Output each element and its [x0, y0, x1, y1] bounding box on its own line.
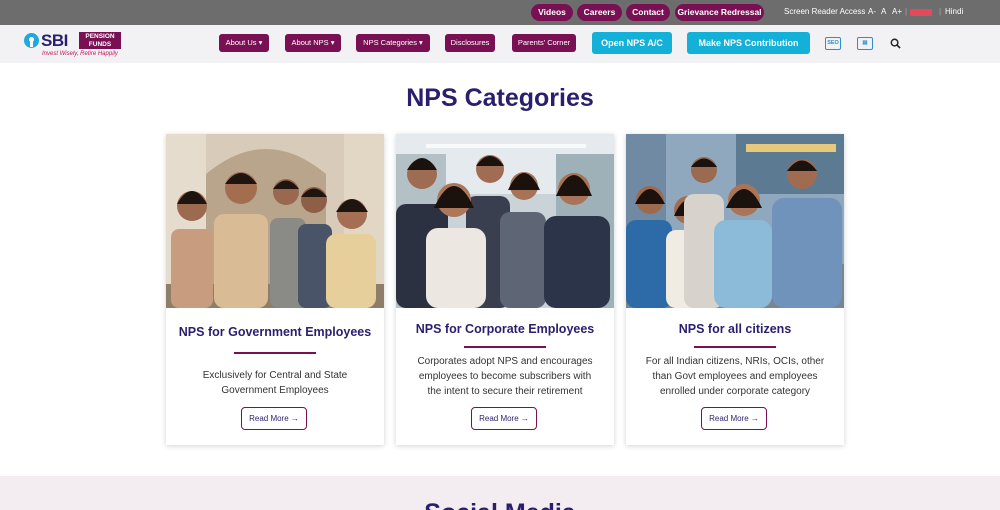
hindi-language-link[interactable]: Hindi	[945, 7, 963, 16]
nav-label: NPS Categories	[363, 38, 417, 47]
desc-line: Corporates adopt NPS and encourages	[417, 356, 593, 367]
all-citizens-photo	[626, 134, 844, 308]
videos-link[interactable]: Videos	[531, 4, 573, 21]
desc-line: Government Employees	[221, 385, 329, 396]
main-header: SBI PENSION FUNDS Invest Wisely, Retire …	[0, 25, 1000, 63]
card-government-employees: NPS for Government Employees Exclusively…	[166, 134, 384, 445]
desc-line: Exclusively for Central and State	[202, 370, 348, 381]
corporate-employees-photo	[396, 134, 614, 308]
careers-link[interactable]: Careers	[577, 4, 622, 21]
card-title: NPS for Government Employees	[178, 325, 372, 339]
arrow-right-icon: →	[750, 414, 759, 423]
language-highlight	[910, 9, 932, 16]
chevron-down-icon: ▾	[419, 38, 423, 47]
section-heading: NPS Categories	[406, 84, 594, 112]
desc-line: For all Indian citizens, NRIs, OCIs, oth…	[645, 356, 825, 367]
read-more-label: Read More	[249, 414, 289, 423]
logo-brand: SBI	[41, 31, 68, 50]
make-nps-contribution-button[interactable]: Make NPS Contribution	[687, 32, 810, 54]
separator: |	[939, 7, 942, 16]
logo-tagline: Invest Wisely, Retire Happily	[42, 51, 118, 57]
read-more-button[interactable]: Read More →	[471, 407, 537, 430]
seo-icon[interactable]: SEO	[825, 37, 841, 50]
card-all-citizens: NPS for all citizens For all Indian citi…	[626, 134, 844, 445]
font-increase-button[interactable]: A+	[892, 7, 902, 16]
search-icon[interactable]	[890, 38, 901, 49]
title-underline	[694, 346, 776, 348]
desc-line: enrolled under corporate category	[659, 386, 811, 397]
screen-reader-access-link[interactable]: Screen Reader Access	[784, 7, 865, 16]
chevron-down-icon: ▾	[330, 38, 335, 47]
title-underline	[464, 346, 546, 348]
sbi-pension-funds-logo[interactable]: SBI PENSION FUNDS Invest Wisely, Retire …	[24, 31, 124, 59]
government-employees-photo	[166, 134, 384, 308]
read-more-label: Read More	[479, 414, 519, 423]
utility-bar: Videos Careers Contact Grievance Redress…	[0, 0, 1000, 25]
nav-label: About Us	[225, 38, 257, 47]
nav-about-nps[interactable]: About NPS ▾	[285, 34, 341, 52]
read-more-button[interactable]: Read More →	[701, 407, 767, 430]
nav-about-us[interactable]: About Us ▾	[219, 34, 269, 52]
social-media-heading: Social Media	[0, 499, 1000, 510]
desc-line: than Govt employees and employees	[652, 371, 818, 382]
arrow-right-icon: →	[520, 414, 529, 423]
card-description: Corporates adopt NPS and encourages empl…	[406, 354, 604, 399]
font-normal-button[interactable]: A	[881, 7, 886, 16]
logo-product-box: PENSION FUNDS	[79, 32, 121, 49]
nav-parents-corner[interactable]: Parents' Corner	[512, 34, 576, 52]
chevron-down-icon: ▾	[258, 38, 263, 47]
social-media-section: Social Media	[0, 476, 1000, 510]
separator: |	[905, 7, 908, 16]
grievance-redressal-link[interactable]: Grievance Redressal	[675, 4, 764, 21]
font-decrease-button[interactable]: A-	[868, 7, 876, 16]
logo-product-line1: PENSION	[85, 33, 115, 40]
read-more-button[interactable]: Read More →	[241, 407, 307, 430]
card-corporate-employees: NPS for Corporate Employees Corporates a…	[396, 134, 614, 445]
nav-label: About NPS	[291, 38, 329, 47]
nav-label: Disclosures	[450, 38, 490, 47]
logo-product-line2: FUNDS	[88, 41, 112, 48]
desc-line: employees to become subscribers with	[418, 371, 592, 382]
sbi-emblem-icon	[24, 33, 39, 48]
card-title: NPS for Corporate Employees	[415, 322, 595, 336]
desc-line: the intent to secure their retirement	[427, 386, 583, 397]
contact-link[interactable]: Contact	[626, 4, 670, 21]
sitemap-icon[interactable]: ▤	[857, 37, 873, 50]
card-title: NPS for all citizens	[678, 322, 792, 336]
arrow-right-icon: →	[290, 414, 299, 423]
nav-nps-categories[interactable]: NPS Categories ▾	[356, 34, 430, 52]
nav-label: Parents' Corner	[517, 38, 571, 47]
card-description: For all Indian citizens, NRIs, OCIs, oth…	[636, 354, 834, 399]
read-more-label: Read More	[709, 414, 749, 423]
title-underline	[234, 352, 316, 354]
card-description: Exclusively for Central and State Govern…	[176, 368, 374, 398]
nav-disclosures[interactable]: Disclosures	[445, 34, 495, 52]
open-nps-account-button[interactable]: Open NPS A/C	[592, 32, 672, 54]
